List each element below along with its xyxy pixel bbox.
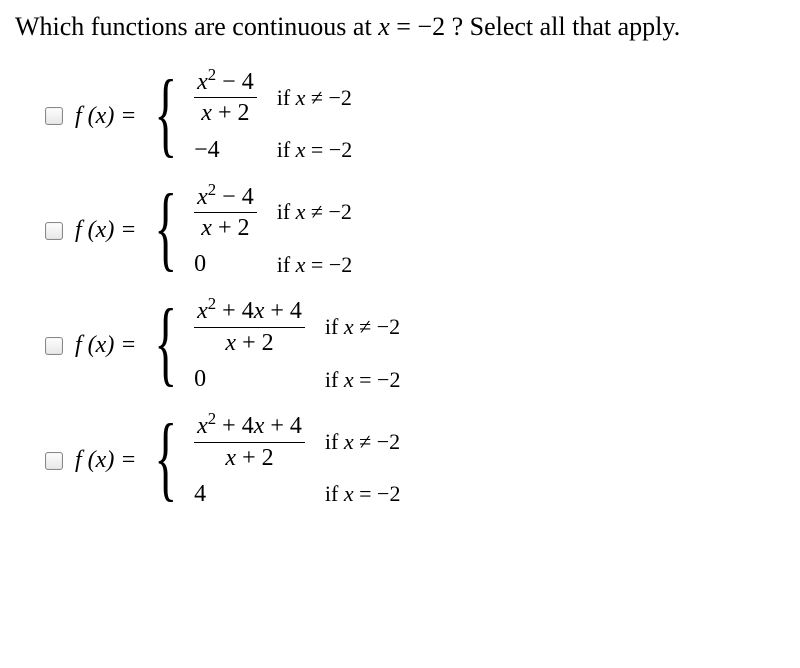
denominator: x + 2 — [222, 443, 276, 471]
brace-icon: { — [154, 192, 177, 263]
fx-label: f (x) = — [75, 447, 137, 474]
checkbox-4[interactable] — [45, 452, 63, 470]
options-list: f (x) = { x2 − 4 x + 2 if x ≠ −2 −4 if x… — [15, 69, 785, 508]
case2-val: 4 — [194, 481, 305, 508]
brace-icon: { — [154, 78, 177, 149]
numerator: x2 + 4x + 4 — [194, 413, 305, 442]
fraction: x2 + 4x + 4 x + 2 — [194, 298, 305, 356]
cond1: if x ≠ −2 — [277, 85, 353, 111]
brace-icon: { — [154, 307, 177, 378]
numerator: x2 − 4 — [194, 184, 257, 213]
question-prefix: Which functions are continuous at — [15, 12, 378, 41]
case2-val: 0 — [194, 251, 257, 278]
question-rhs: −2 — [417, 12, 445, 41]
numerator: x2 − 4 — [194, 69, 257, 98]
fx-label: f (x) = — [75, 103, 137, 130]
case1-expr: x2 + 4x + 4 x + 2 — [194, 298, 305, 356]
question-eq: = — [390, 12, 418, 41]
cond1: if x ≠ −2 — [277, 199, 353, 225]
fx-label: f (x) = — [75, 332, 137, 359]
cond1: if x ≠ −2 — [325, 429, 401, 455]
cases-1: x2 − 4 x + 2 if x ≠ −2 −4 if x = −2 — [194, 69, 352, 164]
checkbox-2[interactable] — [45, 222, 63, 240]
numerator: x2 + 4x + 4 — [194, 298, 305, 327]
question-suffix: ? Select all that apply. — [445, 12, 680, 41]
cond2: if x = −2 — [277, 252, 353, 278]
function-def-4: f (x) = { x2 + 4x + 4 x + 2 if x ≠ −2 4 … — [75, 413, 400, 508]
case2-val: 0 — [194, 366, 305, 393]
option-1: f (x) = { x2 − 4 x + 2 if x ≠ −2 −4 if x… — [45, 69, 785, 164]
fx-label: f (x) = — [75, 217, 137, 244]
case1-expr: x2 − 4 x + 2 — [194, 184, 257, 242]
function-def-1: f (x) = { x2 − 4 x + 2 if x ≠ −2 −4 if x… — [75, 69, 352, 164]
fraction: x2 − 4 x + 2 — [194, 69, 257, 127]
option-2: f (x) = { x2 − 4 x + 2 if x ≠ −2 0 if x … — [45, 184, 785, 279]
case1-expr: x2 + 4x + 4 x + 2 — [194, 413, 305, 471]
function-def-2: f (x) = { x2 − 4 x + 2 if x ≠ −2 0 if x … — [75, 184, 352, 279]
cases-4: x2 + 4x + 4 x + 2 if x ≠ −2 4 if x = −2 — [194, 413, 400, 508]
question-text: Which functions are continuous at x = −2… — [15, 10, 785, 44]
case2-val: −4 — [194, 137, 257, 164]
fraction: x2 − 4 x + 2 — [194, 184, 257, 242]
denominator: x + 2 — [222, 328, 276, 356]
denominator: x + 2 — [198, 213, 252, 241]
option-4: f (x) = { x2 + 4x + 4 x + 2 if x ≠ −2 4 … — [45, 413, 785, 508]
cases-3: x2 + 4x + 4 x + 2 if x ≠ −2 0 if x = −2 — [194, 298, 400, 393]
brace-icon: { — [154, 422, 177, 493]
cases-2: x2 − 4 x + 2 if x ≠ −2 0 if x = −2 — [194, 184, 352, 279]
cond2: if x = −2 — [325, 481, 401, 507]
option-3: f (x) = { x2 + 4x + 4 x + 2 if x ≠ −2 0 … — [45, 298, 785, 393]
question-var: x — [378, 12, 390, 41]
cond2: if x = −2 — [277, 137, 353, 163]
cond2: if x = −2 — [325, 367, 401, 393]
fraction: x2 + 4x + 4 x + 2 — [194, 413, 305, 471]
checkbox-3[interactable] — [45, 337, 63, 355]
denominator: x + 2 — [198, 98, 252, 126]
case1-expr: x2 − 4 x + 2 — [194, 69, 257, 127]
cond1: if x ≠ −2 — [325, 314, 401, 340]
function-def-3: f (x) = { x2 + 4x + 4 x + 2 if x ≠ −2 0 … — [75, 298, 400, 393]
checkbox-1[interactable] — [45, 107, 63, 125]
